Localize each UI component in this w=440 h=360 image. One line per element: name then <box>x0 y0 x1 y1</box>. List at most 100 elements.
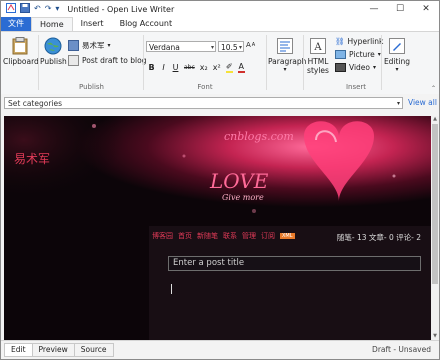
scroll-down-icon[interactable]: ▼ <box>431 333 439 340</box>
svg-text:Give more: Give more <box>222 193 264 202</box>
tab-home[interactable]: Home <box>31 17 73 31</box>
category-bar: Set categories ▾ View all <box>1 94 439 112</box>
post-draft-button[interactable]: Post draft to blog <box>68 55 146 66</box>
chevron-down-icon: ▾ <box>373 64 377 71</box>
blog-icon <box>68 40 79 51</box>
tab-edit[interactable]: Edit <box>4 343 33 357</box>
blog-name: 易术军 <box>14 152 51 166</box>
tab-blog-account[interactable]: Blog Account <box>112 17 181 31</box>
grow-font-icon[interactable]: A <box>246 41 251 49</box>
view-tabs: Edit Preview Source <box>4 343 114 357</box>
picture-button[interactable]: Picture ▾ <box>335 50 381 59</box>
publish-group: Publish 易术军 ▾ Post draft to blog Publish <box>40 34 146 92</box>
font-group-label: Font <box>197 83 213 91</box>
maximize-button[interactable]: ☐ <box>387 1 413 17</box>
insert-group: ⛓ Hyperlink Picture ▾ Video ▾ Insert <box>333 34 383 92</box>
paragraph-group: Paragraph ▾ <box>268 34 306 92</box>
blog-nav-bar: 博客园 首页 新随笔 联系 管理 订阅 XML 随笔- 13 文章- 0 评论-… <box>152 228 427 244</box>
font-size-adjust: AA <box>246 41 255 49</box>
ribbon-collapse-icon[interactable]: ⌃ <box>431 85 436 92</box>
redo-icon[interactable]: ↷ <box>45 4 52 14</box>
chevron-down-icon: ▾ <box>283 66 287 73</box>
html-styles-button[interactable]: A HTML styles <box>304 37 332 75</box>
highlight-button[interactable]: ✐ <box>225 62 233 73</box>
font-family-select[interactable]: Verdana ▾ <box>146 41 216 52</box>
nav-link[interactable]: 新随笔 <box>197 231 218 241</box>
nav-link[interactable]: 联系 <box>223 231 237 241</box>
status-bar: Edit Preview Source Draft - Unsaved <box>1 340 439 359</box>
superscript-button[interactable]: x² <box>213 63 221 72</box>
scrollbar-thumb[interactable] <box>432 124 438 284</box>
view-all-link[interactable]: View all <box>408 98 437 107</box>
blog-stats: 随笔- 13 文章- 0 评论- 2 <box>336 233 421 242</box>
chevron-down-icon: ▾ <box>107 42 111 49</box>
undo-icon[interactable]: ↶ <box>34 4 41 14</box>
editor-canvas[interactable]: cnblogs.com LOVE Give more 易术军 博客园 首页 新随… <box>4 116 431 340</box>
tab-file[interactable]: 文件 <box>1 17 31 31</box>
blog-selector[interactable]: 易术军 ▾ <box>68 40 111 51</box>
chevron-down-icon: ▾ <box>210 44 214 51</box>
tab-preview[interactable]: Preview <box>31 343 75 357</box>
video-icon <box>335 63 346 72</box>
category-select[interactable]: Set categories ▾ <box>4 97 403 109</box>
format-buttons: B I U abc x₂ x² ✐ A <box>148 62 245 73</box>
draft-status: Draft - Unsaved <box>372 345 431 354</box>
globe-icon <box>44 37 62 55</box>
shrink-font-icon[interactable]: A <box>252 42 255 48</box>
scroll-up-icon[interactable]: ▲ <box>431 116 439 123</box>
quick-access-toolbar: ↶ ↷ ▾ <box>6 2 59 16</box>
html-styles-icon: A <box>309 37 327 55</box>
app-icon <box>6 2 16 16</box>
ribbon-separator <box>266 35 267 90</box>
editing-icon <box>388 37 406 55</box>
tab-insert[interactable]: Insert <box>73 17 112 31</box>
html-styles-group: A HTML styles <box>304 34 332 92</box>
bold-button[interactable]: B <box>148 63 155 72</box>
picture-icon <box>335 50 346 59</box>
qat-customize-icon[interactable]: ▾ <box>55 4 59 14</box>
publish-button[interactable]: Publish <box>40 37 67 66</box>
clipboard-button[interactable]: Clipboard <box>3 37 39 66</box>
hyperlink-button[interactable]: ⛓ Hyperlink <box>335 37 383 46</box>
post-title-input[interactable]: Enter a post title <box>168 256 421 271</box>
chevron-down-icon: ▾ <box>238 44 242 51</box>
video-button[interactable]: Video ▾ <box>335 63 376 72</box>
ribbon-separator <box>143 35 144 90</box>
editor-scrollbar[interactable]: ▲ ▼ <box>431 116 439 340</box>
italic-button[interactable]: I <box>160 63 167 72</box>
clipboard-icon <box>11 37 29 55</box>
ribbon-tabs: 文件 Home Insert Blog Account <box>1 17 439 31</box>
close-button[interactable]: ✕ <box>413 1 439 17</box>
window-title: Untitled - Open Live Writer <box>67 4 175 14</box>
publish-group-label: Publish <box>79 83 104 91</box>
tab-source[interactable]: Source <box>73 343 114 357</box>
hyperlink-icon: ⛓ <box>335 37 345 46</box>
nav-link[interactable]: 订阅 <box>261 231 275 241</box>
underline-button[interactable]: U <box>172 63 179 72</box>
strikethrough-button[interactable]: abc <box>184 64 195 71</box>
xml-badge[interactable]: XML <box>280 233 295 239</box>
font-group: Verdana ▾ 10.5 ▾ AA B I U abc x₂ x² ✐ A … <box>145 34 265 92</box>
chevron-down-icon: ▾ <box>396 100 400 107</box>
editing-group: Editing ▾ <box>382 34 412 92</box>
ribbon: Clipboard Publish 易术军 ▾ Post draft to bl… <box>1 31 439 95</box>
app-window: ↶ ↷ ▾ Untitled - Open Live Writer — ☐ ✕ … <box>0 0 440 360</box>
paragraph-button[interactable]: Paragraph ▾ <box>268 37 306 73</box>
nav-link[interactable]: 首页 <box>178 231 192 241</box>
editing-button[interactable]: Editing ▾ <box>382 37 412 73</box>
font-color-button[interactable]: A <box>237 62 245 73</box>
post-draft-icon <box>68 55 79 66</box>
clipboard-group: Clipboard <box>3 34 39 92</box>
text-caret <box>171 284 172 294</box>
nav-link[interactable]: 博客园 <box>152 231 173 241</box>
chevron-down-icon: ▾ <box>395 66 399 73</box>
paragraph-icon <box>276 37 294 55</box>
svg-text:cnblogs.com: cnblogs.com <box>224 130 294 143</box>
minimize-button[interactable]: — <box>361 1 387 17</box>
title-bar: ↶ ↷ ▾ Untitled - Open Live Writer — ☐ ✕ <box>1 1 439 17</box>
insert-group-label: Insert <box>345 83 367 91</box>
subscript-button[interactable]: x₂ <box>200 63 208 72</box>
nav-link[interactable]: 管理 <box>242 231 256 241</box>
save-icon[interactable] <box>20 2 30 16</box>
font-size-select[interactable]: 10.5 ▾ <box>218 41 244 52</box>
